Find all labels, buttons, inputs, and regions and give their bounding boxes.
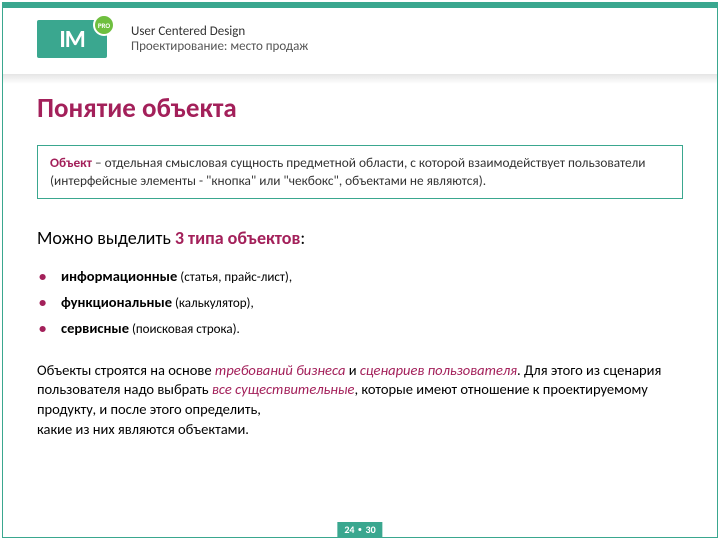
section-highlight: 3 типа объектов bbox=[175, 227, 301, 249]
para-text: какие из них являются объектами. bbox=[37, 420, 249, 438]
definition-text: – отдельная смысловая сущность предметно… bbox=[50, 154, 645, 189]
definition-box: Объект – отдельная смысловая сущность пр… bbox=[37, 145, 683, 199]
section-prefix: Можно выделить bbox=[37, 227, 175, 249]
list-item: • функциональные (калькулятор), bbox=[39, 293, 683, 311]
type-name: информационные bbox=[61, 267, 177, 285]
definition-term: Объект bbox=[50, 154, 92, 171]
type-note: (калькулятор), bbox=[172, 296, 254, 311]
logo: IM PRO bbox=[37, 20, 107, 58]
section-suffix: : bbox=[300, 227, 305, 249]
bullet-icon: • bbox=[39, 319, 61, 337]
page-indicator: 24 30 bbox=[337, 522, 382, 537]
header-titles: User Centered Design Проектирование: мес… bbox=[131, 24, 308, 54]
paragraph: Объекты строятся на основе требований би… bbox=[37, 361, 683, 439]
type-note: (статья, прайс-лист), bbox=[177, 270, 292, 285]
page-total: 30 bbox=[366, 523, 376, 536]
type-list: • информационные (статья, прайс-лист), •… bbox=[39, 267, 683, 337]
para-text: и bbox=[345, 361, 359, 379]
section-intro: Можно выделить 3 типа объектов: bbox=[37, 227, 683, 249]
type-note: (поисковая строка). bbox=[129, 322, 240, 337]
header: IM PRO User Centered Design Проектирован… bbox=[3, 8, 717, 74]
list-item: • информационные (статья, прайс-лист), bbox=[39, 267, 683, 285]
list-item: • сервисные (поисковая строка). bbox=[39, 319, 683, 337]
type-name: сервисные bbox=[61, 319, 129, 337]
dot-icon bbox=[359, 528, 362, 531]
header-divider bbox=[3, 74, 717, 84]
page-current: 24 bbox=[344, 523, 354, 536]
logo-text: IM bbox=[59, 25, 84, 54]
content: Понятие объекта Объект – отдельная смысл… bbox=[3, 84, 717, 439]
logo-badge: PRO bbox=[93, 14, 115, 36]
type-name: функциональные bbox=[61, 293, 172, 311]
bullet-icon: • bbox=[39, 267, 61, 285]
slide-frame: IM PRO User Centered Design Проектирован… bbox=[2, 2, 718, 538]
emphasis: сценариев пользователя bbox=[360, 361, 517, 379]
emphasis: требований бизнеса bbox=[215, 361, 346, 379]
emphasis: все существительные bbox=[212, 380, 355, 398]
header-line2: Проектирование: место продаж bbox=[131, 39, 308, 54]
para-text: Объекты строятся на основе bbox=[37, 361, 215, 379]
page-title: Понятие объекта bbox=[37, 92, 683, 125]
bullet-icon: • bbox=[39, 293, 61, 311]
header-line1: User Centered Design bbox=[131, 24, 308, 39]
